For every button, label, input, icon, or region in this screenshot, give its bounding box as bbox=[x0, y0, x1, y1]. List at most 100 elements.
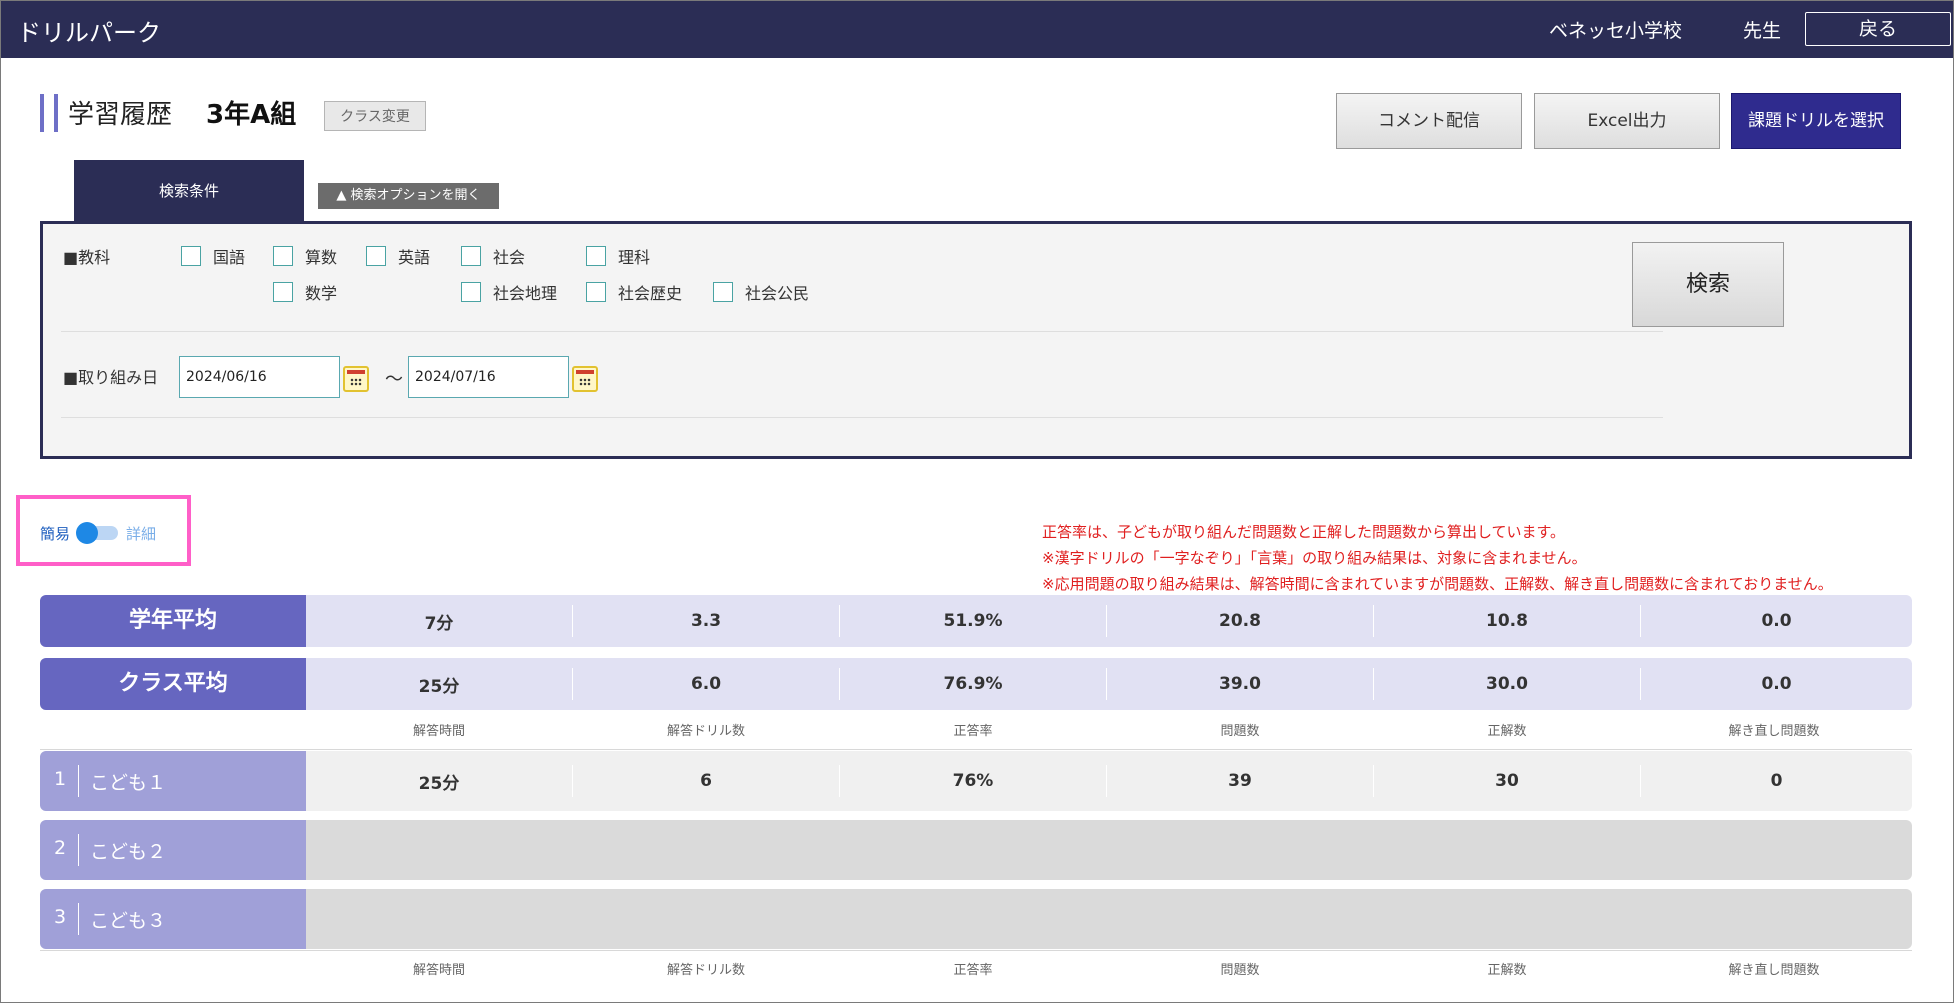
label-separator bbox=[78, 903, 79, 935]
checkbox-shakai-komin[interactable]: 社会公民 bbox=[713, 280, 809, 304]
student-row[interactable]: 2 こども２ bbox=[40, 820, 1912, 880]
student-name[interactable]: こども３ bbox=[90, 906, 166, 933]
checkbox-box[interactable] bbox=[273, 282, 293, 302]
date-to-input[interactable]: 2024/07/16 bbox=[408, 356, 569, 398]
student-drill-count: 6 bbox=[700, 771, 712, 791]
column-label: 問題数 bbox=[1220, 724, 1260, 739]
toggle-knob[interactable] bbox=[76, 522, 98, 544]
checkbox-rika[interactable]: 理科 bbox=[586, 244, 650, 268]
checkbox-shakai[interactable]: 社会 bbox=[461, 244, 525, 268]
subject-label: ■教科 bbox=[63, 248, 111, 267]
divider bbox=[61, 331, 1663, 332]
avg-retry-count: 0.0 bbox=[1761, 674, 1792, 694]
comment-button[interactable]: コメント配信 bbox=[1336, 93, 1522, 149]
checkbox-box[interactable] bbox=[461, 282, 481, 302]
column-label: 解答ドリル数 bbox=[666, 963, 745, 978]
student-values bbox=[306, 889, 1912, 949]
avg-retry-count: 0.0 bbox=[1761, 611, 1792, 631]
checkbox-label: 社会公民 bbox=[745, 284, 810, 303]
grade-average-values: 7分 3.3 51.9% 20.8 10.8 0.0 bbox=[306, 595, 1912, 647]
user-name: 先生 bbox=[1743, 20, 1782, 42]
student-correct-count: 30 bbox=[1495, 771, 1519, 791]
excel-export-button[interactable]: Excel出力 bbox=[1534, 93, 1720, 149]
app-logo[interactable]: ドリルパーク bbox=[17, 13, 161, 48]
checkbox-label: 算数 bbox=[305, 248, 338, 267]
search-options-toggle[interactable]: ▲ 検索オプションを開く bbox=[318, 183, 499, 209]
grade-average-label: 学年平均 bbox=[40, 595, 306, 647]
search-panel: ■教科 国語 算数 英語 社会 理科 数学 社会地理 社会歴史 社会公民 ■取り… bbox=[40, 221, 1912, 459]
student-row[interactable]: 3 こども３ bbox=[40, 889, 1912, 949]
avg-drill-count: 6.0 bbox=[690, 674, 722, 694]
search-button[interactable]: 検索 bbox=[1632, 242, 1784, 327]
student-correct-rate: 76% bbox=[952, 771, 994, 791]
student-label[interactable]: 3 こども３ bbox=[40, 889, 306, 949]
checkbox-label: 社会地理 bbox=[493, 284, 558, 303]
column-label: 問題数 bbox=[1220, 963, 1260, 978]
student-retry-count: 0 bbox=[1770, 771, 1783, 791]
checkbox-box[interactable] bbox=[713, 282, 733, 302]
page-title: 学習履歴 bbox=[68, 100, 173, 130]
tab-search-conditions[interactable]: 検索条件 bbox=[74, 160, 304, 222]
checkbox-sugaku[interactable]: 数学 bbox=[273, 280, 337, 304]
note-line: ※漢字ドリルの「一字なぞり」「言葉」の取り組み結果は、対象に含まれません。 bbox=[1042, 549, 1587, 567]
calendar-icon[interactable] bbox=[572, 366, 598, 392]
back-button[interactable]: 戻る bbox=[1805, 12, 1951, 46]
checkbox-label: 理科 bbox=[618, 248, 651, 267]
avg-answer-time: 7分 bbox=[424, 613, 454, 634]
checkbox-box[interactable] bbox=[586, 246, 606, 266]
checkbox-shakai-rekishi[interactable]: 社会歴史 bbox=[586, 280, 682, 304]
class-change-button[interactable]: クラス変更 bbox=[324, 101, 426, 131]
checkbox-box[interactable] bbox=[181, 246, 201, 266]
checkbox-label: 社会歴史 bbox=[618, 284, 683, 303]
checkbox-sansu[interactable]: 算数 bbox=[273, 244, 337, 268]
select-drill-button[interactable]: 課題ドリルを選択 bbox=[1731, 93, 1901, 149]
student-row[interactable]: 1 こども１ 25分 6 76% 39 30 0 bbox=[40, 751, 1912, 811]
avg-question-count: 39.0 bbox=[1219, 674, 1261, 694]
date-from-input[interactable]: 2024/06/16 bbox=[179, 356, 340, 398]
checkbox-label: 国語 bbox=[213, 248, 246, 267]
checkbox-box[interactable] bbox=[366, 246, 386, 266]
avg-correct-rate: 76.9% bbox=[943, 674, 1003, 694]
checkbox-label: 数学 bbox=[305, 284, 338, 303]
class-name: 3年A組 bbox=[206, 100, 297, 130]
divider bbox=[61, 417, 1663, 418]
note-line: 正答率は、子どもが取り組んだ問題数と正解した問題数から算出しています。 bbox=[1042, 523, 1566, 541]
student-question-count: 39 bbox=[1228, 771, 1252, 791]
checkbox-eigo[interactable]: 英語 bbox=[366, 244, 430, 268]
student-answer-time: 25分 bbox=[418, 773, 460, 794]
column-labels-bottom: 解答時間 解答ドリル数 正答率 問題数 正解数 解き直し問題数 bbox=[306, 959, 1912, 979]
view-mode-toggle[interactable]: 簡易 詳細 bbox=[16, 495, 191, 566]
calendar-icon[interactable] bbox=[343, 366, 369, 392]
student-name[interactable]: こども２ bbox=[90, 837, 166, 864]
student-label[interactable]: 1 こども１ bbox=[40, 751, 306, 811]
notes: 正答率は、子どもが取り組んだ問題数と正解した問題数から算出しています。 ※漢字ド… bbox=[1042, 519, 1833, 597]
student-number: 1 bbox=[54, 768, 67, 790]
checkbox-box[interactable] bbox=[586, 282, 606, 302]
checkbox-kokugo[interactable]: 国語 bbox=[181, 244, 245, 268]
student-values: 25分 6 76% 39 30 0 bbox=[306, 751, 1912, 811]
label-separator bbox=[78, 834, 79, 866]
checkbox-box[interactable] bbox=[273, 246, 293, 266]
avg-correct-count: 10.8 bbox=[1486, 611, 1528, 631]
toggle-simple-label[interactable]: 簡易 bbox=[40, 523, 70, 544]
grade-average-row: 学年平均 7分 3.3 51.9% 20.8 10.8 0.0 bbox=[40, 595, 1912, 647]
checkbox-box[interactable] bbox=[461, 246, 481, 266]
class-average-row: クラス平均 25分 6.0 76.9% 39.0 30.0 0.0 bbox=[40, 658, 1912, 710]
toggle-detail-label[interactable]: 詳細 bbox=[126, 523, 156, 544]
avg-answer-time: 25分 bbox=[418, 676, 460, 697]
student-label[interactable]: 2 こども２ bbox=[40, 820, 306, 880]
column-label: 解き直し問題数 bbox=[1728, 963, 1820, 978]
note-line: ※応用問題の取り組み結果は、解答時間に含まれていますが問題数、正解数、解き直し問… bbox=[1042, 575, 1833, 593]
title-accent bbox=[40, 94, 58, 132]
avg-drill-count: 3.3 bbox=[690, 611, 722, 631]
avg-correct-rate: 51.9% bbox=[943, 611, 1003, 631]
student-name[interactable]: こども１ bbox=[90, 768, 166, 795]
class-average-label: クラス平均 bbox=[40, 658, 306, 710]
student-number: 2 bbox=[54, 837, 67, 859]
column-label: 解答時間 bbox=[412, 724, 465, 739]
top-bar: ドリルパーク ベネッセ小学校 先生 戻る bbox=[1, 1, 1953, 58]
checkbox-shakai-chiri[interactable]: 社会地理 bbox=[461, 280, 557, 304]
avg-correct-count: 30.0 bbox=[1486, 674, 1528, 694]
label-separator bbox=[78, 765, 79, 797]
column-label: 解答時間 bbox=[412, 963, 465, 978]
